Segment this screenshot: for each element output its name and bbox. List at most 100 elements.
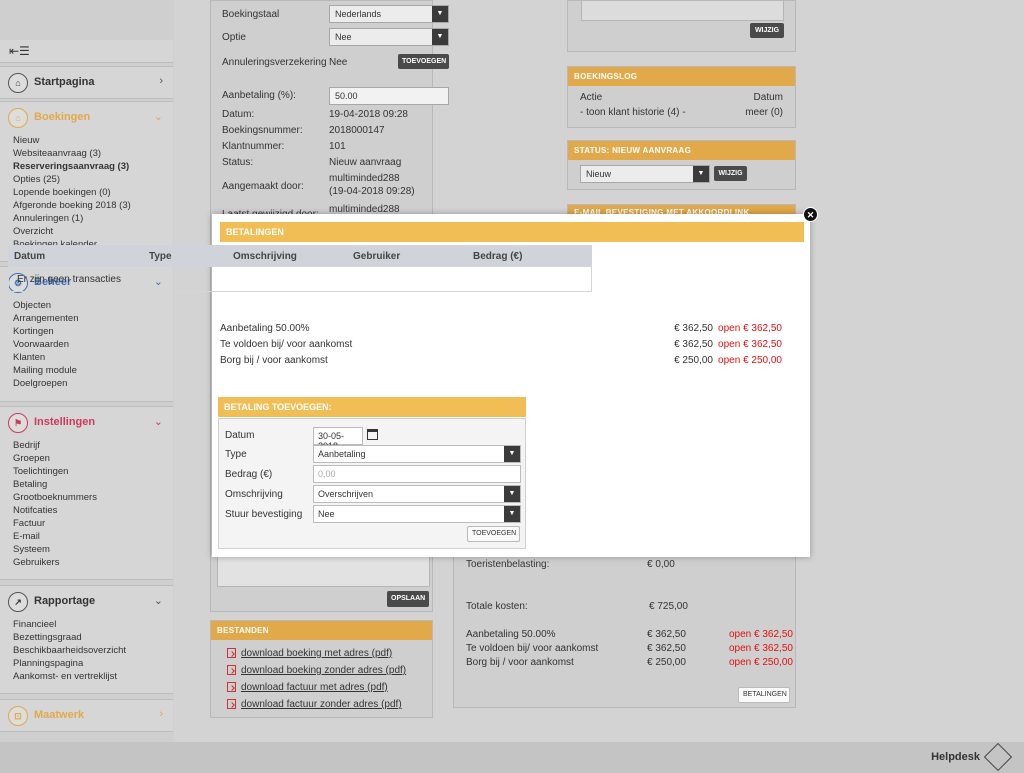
sidebar-subitem[interactable]: Grootboeknummers [13, 491, 173, 504]
toevoegen-button[interactable]: TOEVOEGEN [398, 54, 449, 69]
menu-toggle-button[interactable]: ⇤☰ [0, 40, 173, 63]
summary-row-label: Borg bij / voor aankomst [220, 355, 328, 366]
download-link[interactable]: download boeking met adres (pdf) [227, 645, 432, 662]
input-placeholder: 0,00 [318, 469, 336, 479]
cost-row-label: Borg bij / voor aankomst [466, 657, 574, 668]
sidebar-submenu: Nieuw Websiteaanvraag (3) Reserveringsaanv… [0, 134, 173, 257]
status-label: Status: [222, 157, 254, 168]
bedrag-input[interactable]: 0,00 [313, 465, 521, 483]
sidebar-subitem[interactable]: Afgeronde boeking 2018 (3) [13, 199, 173, 212]
sidebar-subitem[interactable]: Overzicht [13, 225, 173, 238]
sidebar-subitem[interactable]: Bezettingsgraad [13, 631, 173, 644]
aanbetaling-input[interactable]: 50.00 [329, 87, 449, 105]
sidebar-subitem[interactable]: Aankomst- en vertreklijst [13, 670, 173, 683]
sidebar-subitem[interactable]: Gebruikers [13, 556, 173, 569]
sidebar-subitem[interactable]: Arrangementen [13, 312, 173, 325]
sidebar-item-rapportage[interactable]: ↗ Rapportage ⌄ [0, 586, 173, 618]
sidebar-item-label: Maatwerk [34, 709, 85, 721]
chevron-right-icon: › [159, 708, 163, 720]
wijzig-button[interactable]: WIJZIG [750, 23, 784, 38]
aangemaakt-value: multiminded288 [329, 173, 400, 184]
sidebar-subitem[interactable]: Systeem [13, 543, 173, 556]
sidebar-subitem[interactable]: Mailing module [13, 364, 173, 377]
optie-select[interactable]: Nee ▼ [329, 28, 449, 46]
download-link-label: download factuur zonder adres (pdf) [241, 699, 402, 710]
toevoegen-submit-button[interactable]: TOEVOEGEN [467, 526, 520, 542]
column-header: Type [149, 251, 172, 262]
sidebar-subitem[interactable]: Kortingen [13, 325, 173, 338]
sidebar-subitem[interactable]: Doelgroepen [13, 377, 173, 390]
boekingstaal-select[interactable]: Nederlands ▼ [329, 5, 449, 23]
download-link[interactable]: download factuur met adres (pdf) [227, 679, 432, 696]
sidebar-subitem[interactable]: E-mail [13, 530, 173, 543]
toeristenbelasting-label: Toeristenbelasting: [466, 559, 550, 570]
sidebar-item-instellingen[interactable]: ⚑ Instellingen ⌄ [0, 407, 173, 439]
close-icon[interactable]: ✕ [803, 207, 818, 222]
sidebar-subitem[interactable]: Opties (25) [13, 173, 173, 186]
sidebar-subitem[interactable]: Websiteaanvraag (3) [13, 147, 173, 160]
sidebar-subitem[interactable]: Betaling [13, 478, 173, 491]
sidebar-subitem[interactable]: Notifcaties [13, 504, 173, 517]
sidebar-subitem[interactable]: Annuleringen (1) [13, 212, 173, 225]
sidebar-subitem[interactable]: Lopende boekingen (0) [13, 186, 173, 199]
pdf-icon [227, 682, 236, 693]
sidebar-subitem[interactable]: Klanten [13, 351, 173, 364]
sidebar-subitem[interactable]: Toelichtingen [13, 465, 173, 478]
cost-row-open: open € 362,50 [729, 629, 793, 640]
omschrijving-select[interactable]: Overschrijven ▼ [313, 485, 521, 503]
betaling-toevoegen-form: Datum 30-05-2018 Type Aanbetaling ▼ Bedra… [218, 418, 526, 549]
helpdesk-link[interactable]: Helpdesk [931, 751, 980, 763]
klant-historie-link[interactable]: - toon klant historie (4) - [580, 107, 686, 118]
betalingen-button[interactable]: BETALINGEN [738, 687, 790, 703]
column-header: Datum [14, 251, 46, 262]
select-value: Nieuw [586, 169, 612, 179]
chevron-down-icon: ⌄ [153, 595, 163, 607]
download-link[interactable]: download factuur zonder adres (pdf) [227, 696, 432, 713]
settings-icon: ⚑ [8, 413, 28, 433]
booking-icon: ⌂ [8, 108, 28, 128]
sidebar-subitem[interactable]: Voorwaarden [13, 338, 173, 351]
custom-icon: ⊡ [8, 706, 28, 726]
status-wijzig-button[interactable]: WIJZIG [714, 166, 747, 181]
sidebar-item-startpagina[interactable]: ⌂ Startpagina › [0, 66, 173, 99]
status-select[interactable]: Nieuw ▼ [580, 165, 710, 183]
aangemaakt-label: Aangemaakt door: [222, 181, 304, 192]
calendar-icon[interactable] [367, 429, 378, 440]
summary-row-open: open € 362,50 [718, 339, 782, 350]
cost-row-amount: € 362,50 [647, 643, 686, 654]
download-link-label: download factuur met adres (pdf) [241, 682, 388, 693]
sidebar-item-maatwerk[interactable]: ⊡ Maatwerk › [0, 699, 173, 732]
type-select[interactable]: Aanbetaling ▼ [313, 445, 521, 463]
sidebar-subitem[interactable]: Factuur [13, 517, 173, 530]
column-header: Gebruiker [353, 251, 401, 262]
klantnummer-value: 101 [329, 141, 346, 152]
sidebar-subitem[interactable]: Financieel [13, 618, 173, 631]
sidebar-subitem[interactable]: Nieuw [13, 134, 173, 147]
opslaan-button[interactable]: OPSLAAN [387, 591, 429, 607]
stuur-bevestiging-select[interactable]: Nee ▼ [313, 505, 521, 523]
download-link[interactable]: download boeking zonder adres (pdf) [227, 662, 432, 679]
sidebar-subitem[interactable]: Beschikbaarheidsoverzicht [13, 644, 173, 657]
bedrag-label: Bedrag (€) [225, 469, 273, 480]
sidebar-item-boekingen[interactable]: ⌂ Boekingen ⌄ [0, 102, 173, 134]
helpdesk-icon[interactable] [983, 742, 1013, 772]
notes-panel: WIJZIG [567, 0, 796, 52]
sidebar-subitem[interactable]: Objecten [13, 299, 173, 312]
sidebar-subitem[interactable]: Planningspagina [13, 657, 173, 670]
summary-row-open: open € 250,00 [718, 355, 782, 366]
notes-field[interactable] [581, 1, 784, 21]
sidebar-subitem[interactable]: Groepen [13, 452, 173, 465]
summary-row-label: Aanbetaling 50.00% [220, 323, 310, 334]
bestanden-panel: BESTANDEN download boeking met adres (pd… [210, 620, 433, 718]
sidebar-subitem[interactable]: Reserveringsaanvraag (3) [13, 160, 173, 173]
meer-link[interactable]: meer (0) [745, 107, 783, 118]
datum-label: Datum [225, 430, 255, 441]
datum-input[interactable]: 30-05-2018 [313, 427, 363, 451]
totale-kosten-value: € 725,00 [649, 601, 688, 612]
sidebar-item-label: Startpagina [34, 76, 95, 88]
annulering-label: Annuleringsverzekering [222, 57, 327, 68]
boekingstaal-label: Boekingstaal [222, 9, 280, 20]
sidebar-subitem[interactable]: Bedrijf [13, 439, 173, 452]
betaling-toevoegen-header: BETALING TOEVOEGEN: [218, 397, 526, 417]
hamburger-icon[interactable]: ⇤☰ [9, 44, 30, 58]
